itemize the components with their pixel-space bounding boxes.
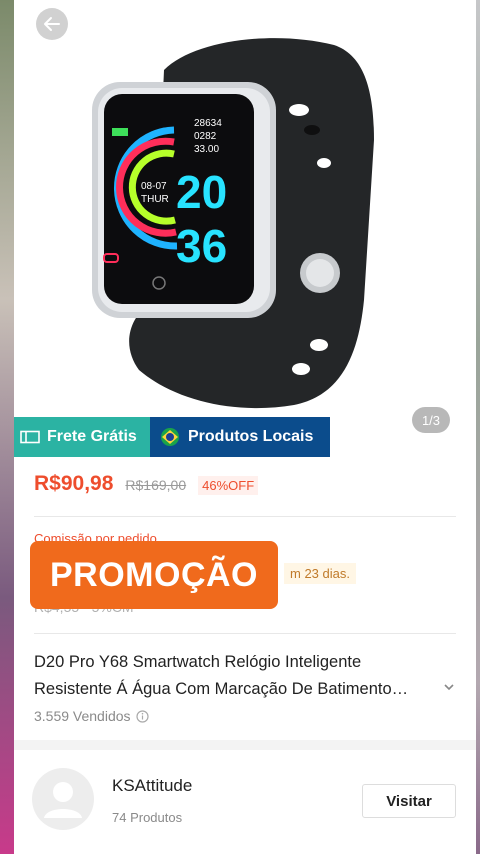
section-separator (14, 740, 476, 750)
watch-steps: 28634 (194, 118, 222, 129)
back-arrow-icon (44, 17, 60, 31)
local-products-tag: Produtos Locais (150, 417, 330, 457)
background-left (0, 0, 14, 854)
truck-icon (20, 430, 40, 444)
product-image[interactable]: 28634 0282 33.00 08-07 THUR 20 36 1/3 (14, 0, 476, 455)
visit-shop-button[interactable]: Visitar (362, 784, 456, 818)
free-shipping-label: Frete Grátis (47, 428, 137, 445)
current-price: R$90,98 (34, 472, 114, 495)
watch-distance: 33.00 (194, 144, 219, 155)
divider (34, 633, 456, 634)
discount-badge: 46%OFF (198, 476, 259, 495)
watch-hour: 20 (176, 166, 227, 218)
sold-count: 3.559 Vendidos (34, 708, 149, 724)
image-counter: 1/3 (412, 407, 450, 433)
original-price: R$169,00 (125, 477, 187, 493)
product-title[interactable]: D20 Pro Y68 Smartwatch Relógio Inteligen… (34, 649, 434, 703)
shop-avatar[interactable] (32, 768, 94, 830)
divider (34, 516, 456, 517)
free-shipping-tag: Frete Grátis (14, 417, 150, 457)
promo-banner: PROMOÇÃO (30, 541, 278, 609)
expand-title-button[interactable] (443, 679, 455, 697)
product-panel: 28634 0282 33.00 08-07 THUR 20 36 1/3 Fr… (14, 0, 476, 854)
price-row: R$90,98 R$169,00 46%OFF (34, 472, 259, 496)
avatar-placeholder-icon (44, 782, 82, 818)
shop-name[interactable]: KSAttitude (112, 776, 192, 796)
chevron-down-icon (444, 684, 454, 691)
watch-heart: 0282 (194, 131, 217, 142)
sold-count-text: 3.559 Vendidos (34, 708, 131, 724)
shop-product-count: 74 Produtos (112, 810, 183, 825)
back-button[interactable] (36, 8, 68, 40)
product-title-line1: D20 Pro Y68 Smartwatch Relógio Inteligen… (34, 653, 362, 671)
watch-day: THUR (141, 194, 169, 205)
smartwatch-image: 28634 0282 33.00 08-07 THUR 20 36 (92, 38, 374, 409)
watch-date: 08-07 (141, 181, 167, 192)
info-icon[interactable] (135, 709, 149, 723)
product-tags: Frete Grátis Produtos Locais (14, 417, 330, 457)
brazil-flag-icon (161, 428, 179, 446)
local-products-label: Produtos Locais (188, 428, 314, 445)
watch-minute: 36 (176, 220, 227, 272)
product-title-line2: Resistente Á Água Com Marcação De Batime… (34, 680, 409, 698)
commission-note: m 23 dias. (284, 563, 356, 584)
